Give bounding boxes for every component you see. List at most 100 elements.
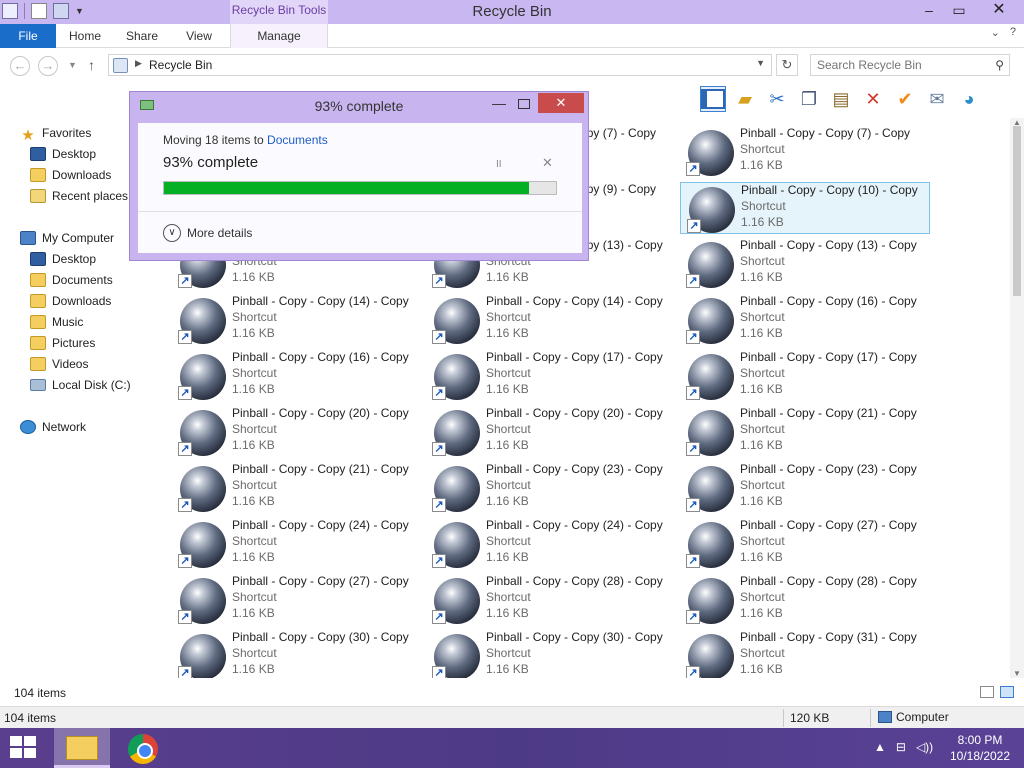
help-icon[interactable]: ? [1010,26,1016,39]
mail-icon[interactable]: ✉ [924,86,950,112]
chevron-down-icon[interactable]: ▼ [756,58,765,68]
minimize-button[interactable]: – [914,0,944,22]
search-box[interactable]: ⚲ [810,54,1010,76]
search-icon[interactable]: ⚲ [995,58,1004,72]
dialog-close-button[interactable]: ✕ [538,93,584,113]
delete-icon[interactable]: ✕ [860,86,886,112]
network-status-icon[interactable]: ⊟ [896,740,906,754]
file-tile[interactable]: ↗ Pinball - Copy - Copy (23) - Copy Shortc… [680,462,930,514]
pause-button[interactable]: II [496,159,502,170]
forward-button[interactable]: → [38,56,58,76]
file-tile[interactable]: ↗ Pinball - Copy - Copy (7) - Copy Shortcu… [680,126,930,178]
file-tile[interactable]: ↗ Pinball - Copy - Copy (13) - Copy Shortc… [680,238,930,290]
scrollbar-thumb[interactable] [1013,126,1021,296]
file-tile[interactable]: ↗ Pinball - Copy - Copy (30) - Copy Shortc… [426,630,676,678]
nav-fav-desktop[interactable]: Desktop [30,144,96,164]
scroll-down-icon[interactable]: ▼ [1013,669,1021,678]
file-tile[interactable]: ↗ Pinball - Copy - Copy (28) - Copy Shortc… [426,574,676,626]
maximize-button[interactable]: ▭ [944,0,974,22]
file-size: 1.16 KB [486,326,529,340]
file-tile[interactable]: ↗ Pinball - Copy - Copy (23) - Copy Shortc… [426,462,676,514]
nav-videos[interactable]: Videos [30,354,88,374]
vertical-scrollbar[interactable]: ▲ ▼ [1010,118,1024,678]
file-tile[interactable]: ↗ Pinball - Copy - Copy (31) - Copy Shortc… [680,630,930,678]
address-bar[interactable]: ▶ Recycle Bin ▼ [108,54,772,76]
nav-fav-recent[interactable]: Recent places [30,186,128,206]
up-button[interactable]: ↑ [88,57,95,73]
tab-manage[interactable]: Manage [230,24,328,48]
dialog-minimize-button[interactable]: — [492,95,506,111]
show-hidden-icons-icon[interactable]: ▲ [874,740,886,754]
ribbon-expand-icon[interactable]: ⌄ [991,26,1000,39]
file-tile[interactable]: ↗ Pinball - Copy - Copy (14) - Copy Shortc… [172,294,422,346]
more-details-toggle[interactable]: ∨ More details [163,224,252,242]
file-tile[interactable]: ↗ Pinball - Copy - Copy (30) - Copy Shortc… [172,630,422,678]
file-tile[interactable]: ↗ Pinball - Copy - Copy (17) - Copy Shortc… [680,350,930,402]
nav-my-computer[interactable]: My Computer [20,228,114,248]
nav-favorites[interactable]: ★ Favorites [20,123,91,144]
clock[interactable]: 8:00 PM 10/18/2022 [940,732,1020,764]
nav-network[interactable]: Network [20,417,86,437]
file-tile[interactable]: ↗ Pinball - Copy - Copy (16) - Copy Shortc… [680,294,930,346]
file-name: Pinball - Copy - Copy (17) - Copy [486,350,663,364]
chevron-right-icon[interactable]: ▶ [135,58,142,69]
taskbar-file-explorer[interactable] [54,728,110,768]
destination-link[interactable]: Documents [267,133,328,147]
tab-share[interactable]: Share [114,24,170,48]
file-tile[interactable]: ↗ Pinball - Copy - Copy (21) - Copy Shortc… [172,462,422,514]
file-tile[interactable]: ↗ Pinball - Copy - Copy (20) - Copy Shortc… [172,406,422,458]
tab-view[interactable]: View [172,24,226,48]
computer-icon [20,231,36,245]
back-button[interactable]: ← [10,56,30,76]
divider [138,211,582,212]
breadcrumb[interactable]: Recycle Bin [149,58,212,72]
progress-bar [163,181,557,195]
checkmark-icon[interactable]: ✔ [892,86,918,112]
dialog-maximize-button[interactable] [518,99,530,109]
file-size: 1.16 KB [232,270,275,284]
tab-file[interactable]: File [0,24,56,48]
nav-documents[interactable]: Documents [30,270,113,290]
nav-local-disk[interactable]: Local Disk (C:) [30,375,131,395]
recent-locations-icon[interactable]: ▼ [68,60,77,70]
nav-music[interactable]: Music [30,312,83,332]
file-tile[interactable]: ↗ Pinball - Copy - Copy (17) - Copy Shortc… [426,350,676,402]
file-tile[interactable]: ↗ Pinball - Copy - Copy (14) - Copy Shortc… [426,294,676,346]
shortcut-arrow-icon: ↗ [178,442,192,456]
taskbar-chrome[interactable] [116,728,172,768]
preview-pane-icon[interactable] [700,86,726,112]
file-tile[interactable]: ↗ Pinball - Copy - Copy (28) - Copy Shortc… [680,574,930,626]
tiles-view-icon[interactable] [1000,686,1014,698]
details-view-icon[interactable] [980,686,994,698]
shell-icon[interactable]: ◕ [956,86,982,112]
shortcut-arrow-icon: ↗ [178,554,192,568]
nav-downloads[interactable]: Downloads [30,291,111,311]
view-switcher [980,686,1014,698]
file-tile[interactable]: ↗ Pinball - Copy - Copy (20) - Copy Shortc… [426,406,676,458]
cancel-button[interactable]: ✕ [542,155,553,171]
file-tile[interactable]: ↗ Pinball - Copy - Copy (27) - Copy Shortc… [680,518,930,570]
file-tile[interactable]: ↗ Pinball - Copy - Copy (27) - Copy Shortc… [172,574,422,626]
copy-icon[interactable]: ❐ [796,86,822,112]
volume-icon[interactable]: ◁)) [916,740,933,754]
file-tile[interactable]: ↗ Pinball - Copy - Copy (24) - Copy Shortc… [426,518,676,570]
start-button[interactable] [10,736,38,760]
file-tile[interactable]: ↗ Pinball - Copy - Copy (21) - Copy Shortc… [680,406,930,458]
folder-properties-icon[interactable]: ▰ [732,86,758,112]
file-type: Shortcut [486,422,531,436]
tab-home[interactable]: Home [58,24,112,48]
file-type: Shortcut [740,534,785,548]
file-tile[interactable]: ↗ Pinball - Copy - Copy (16) - Copy Shortc… [172,350,422,402]
search-input[interactable] [817,57,987,73]
paste-icon[interactable]: ▤ [828,86,854,112]
refresh-button[interactable]: ↻ [776,54,798,76]
nav-desktop[interactable]: Desktop [30,249,96,269]
file-tile[interactable]: ↗ Pinball - Copy - Copy (24) - Copy Shortc… [172,518,422,570]
file-tile[interactable]: ↗ Pinball - Copy - Copy (10) - Copy Shortc… [680,182,930,234]
nav-fav-downloads[interactable]: Downloads [30,165,111,185]
file-size: 1.16 KB [740,326,783,340]
shortcut-arrow-icon: ↗ [686,666,700,678]
cut-icon[interactable]: ✂ [764,86,790,112]
nav-pictures[interactable]: Pictures [30,333,95,353]
close-button[interactable]: ✕ [974,0,1024,22]
